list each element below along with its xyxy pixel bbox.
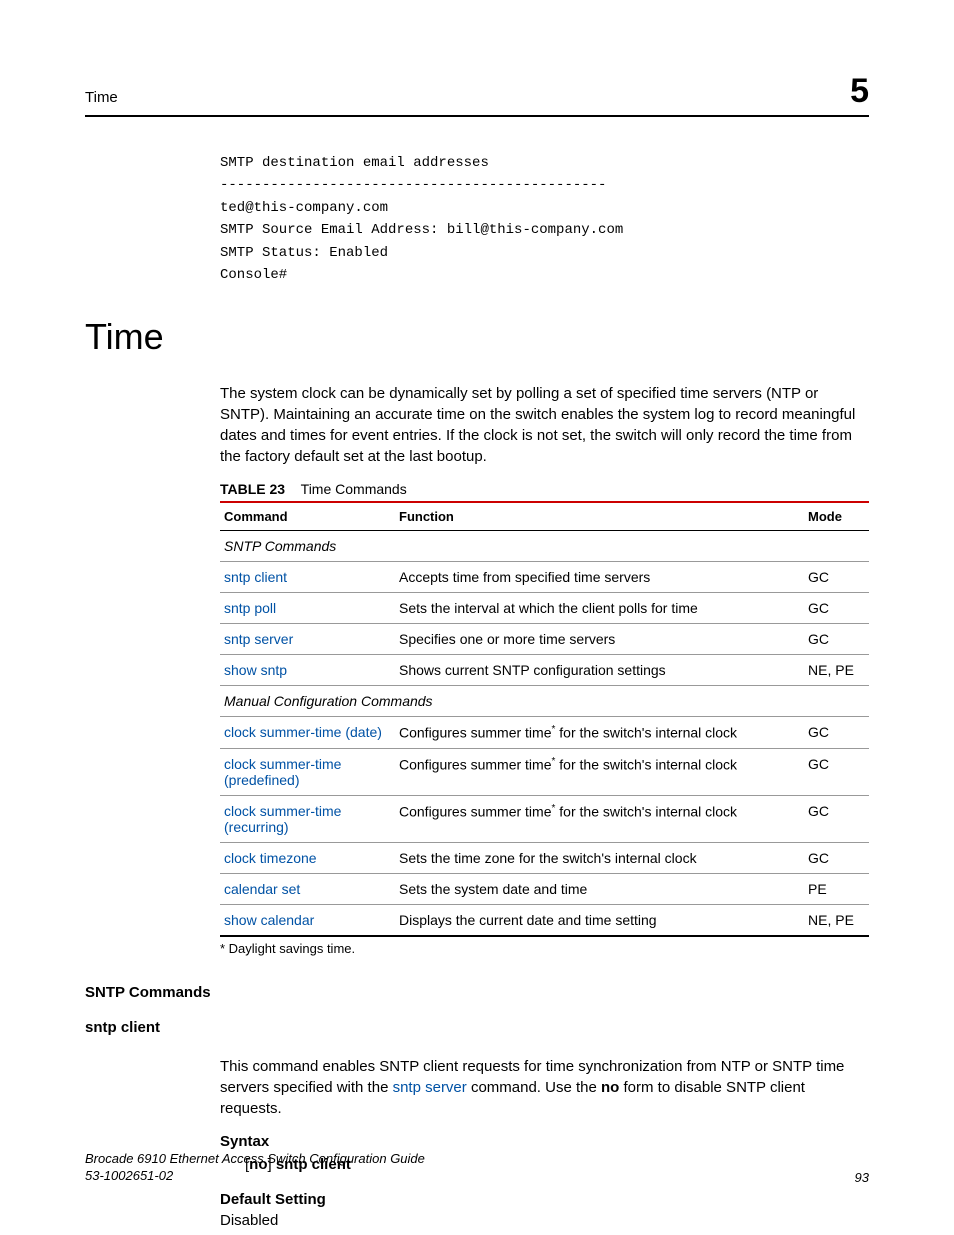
mode-cell: PE <box>804 874 869 905</box>
function-cell: Configures summer time* for the switch's… <box>395 717 804 749</box>
sntp-server-link[interactable]: sntp server <box>393 1079 467 1096</box>
table-label: TABLE 23 <box>220 481 285 497</box>
command-link[interactable]: clock summer-time (date) <box>224 724 382 740</box>
table-row: show calendar Displays the current date a… <box>220 905 869 937</box>
footer-doc-title: Brocade 6910 Ethernet Access Switch Conf… <box>85 1151 425 1166</box>
mode-cell: GC <box>804 749 869 796</box>
mode-cell: GC <box>804 843 869 874</box>
table-row: calendar set Sets the system date and tim… <box>220 874 869 905</box>
terminal-output: SMTP destination email addresses -------… <box>220 152 869 286</box>
default-setting-label: Default Setting <box>220 1191 869 1208</box>
commands-table: Command Function Mode SNTP Commandssntp … <box>220 501 869 937</box>
command-link[interactable]: clock summer-time (predefined) <box>224 756 341 788</box>
command-link[interactable]: sntp poll <box>224 600 276 616</box>
mode-cell: GC <box>804 593 869 624</box>
page-number: 93 <box>855 1170 869 1185</box>
mode-cell: NE, PE <box>804 905 869 937</box>
sntp-client-heading: sntp client <box>85 1019 869 1036</box>
table-row: sntp poll Sets the interval at which the … <box>220 593 869 624</box>
col-header-command: Command <box>220 502 395 531</box>
command-link[interactable]: sntp server <box>224 631 293 647</box>
table-caption: TABLE 23 Time Commands <box>220 481 869 497</box>
intro-paragraph: The system clock can be dynamically set … <box>220 383 869 467</box>
mode-cell: GC <box>804 796 869 843</box>
syntax-label: Syntax <box>220 1133 869 1150</box>
table-row: sntp server Specifies one or more time se… <box>220 624 869 655</box>
mode-cell: GC <box>804 562 869 593</box>
table-footnote: * Daylight savings time. <box>220 941 869 956</box>
function-cell: Sets the time zone for the switch's inte… <box>395 843 804 874</box>
function-cell: Sets the interval at which the client po… <box>395 593 804 624</box>
function-cell: Configures summer time* for the switch's… <box>395 749 804 796</box>
command-link[interactable]: show sntp <box>224 662 287 678</box>
page-footer: Brocade 6910 Ethernet Access Switch Conf… <box>85 1151 869 1185</box>
sntp-client-description: This command enables SNTP client request… <box>220 1056 869 1119</box>
function-cell: Sets the system date and time <box>395 874 804 905</box>
command-link[interactable]: show calendar <box>224 912 314 928</box>
table-row: sntp client Accepts time from specified t… <box>220 562 869 593</box>
chapter-number: 5 <box>850 72 869 111</box>
table-section-heading: Manual Configuration Commands <box>220 686 869 717</box>
command-link[interactable]: clock timezone <box>224 850 317 866</box>
table-row: clock timezone Sets the time zone for the… <box>220 843 869 874</box>
mode-cell: GC <box>804 624 869 655</box>
function-cell: Configures summer time* for the switch's… <box>395 796 804 843</box>
mode-cell: GC <box>804 717 869 749</box>
col-header-function: Function <box>395 502 804 531</box>
table-section-row: Manual Configuration Commands <box>220 686 869 717</box>
table-title: Time Commands <box>301 481 407 497</box>
header-section-label: Time <box>85 89 118 106</box>
col-header-mode: Mode <box>804 502 869 531</box>
sntp-commands-heading: SNTP Commands <box>85 984 869 1001</box>
table-row: show sntp Shows current SNTP configuratio… <box>220 655 869 686</box>
function-cell: Specifies one or more time servers <box>395 624 804 655</box>
table-section-heading: SNTP Commands <box>220 531 869 562</box>
command-link[interactable]: calendar set <box>224 881 300 897</box>
function-cell: Accepts time from specified time servers <box>395 562 804 593</box>
table-row: clock summer-time (recurring) Configures … <box>220 796 869 843</box>
section-title: Time <box>85 316 869 358</box>
footer-doc-number: 53-1002651-02 <box>85 1168 173 1183</box>
command-link[interactable]: clock summer-time (recurring) <box>224 803 341 835</box>
table-row: clock summer-time (date) Configures summe… <box>220 717 869 749</box>
table-section-row: SNTP Commands <box>220 531 869 562</box>
function-cell: Shows current SNTP configuration setting… <box>395 655 804 686</box>
page-header: Time 5 <box>85 72 869 117</box>
default-setting-value: Disabled <box>220 1212 869 1229</box>
table-row: clock summer-time (predefined) Configures… <box>220 749 869 796</box>
function-cell: Displays the current date and time setti… <box>395 905 804 937</box>
command-link[interactable]: sntp client <box>224 569 287 585</box>
mode-cell: NE, PE <box>804 655 869 686</box>
